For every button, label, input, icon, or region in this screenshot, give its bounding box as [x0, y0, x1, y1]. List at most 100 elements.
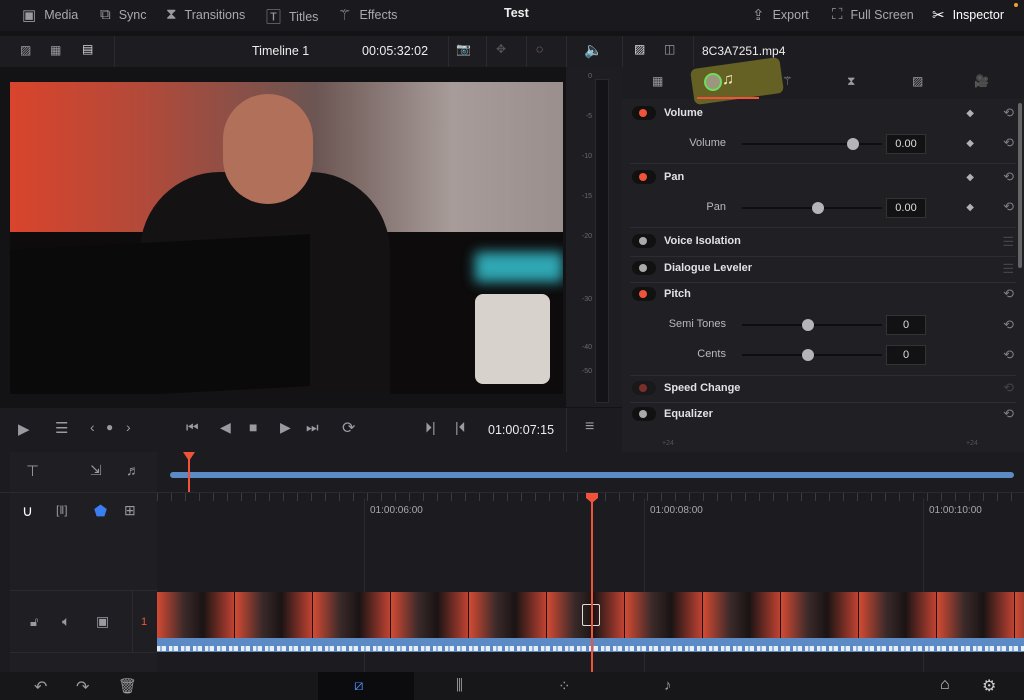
- lock-playhead-icon[interactable]: ⊤: [26, 462, 39, 480]
- image-icon[interactable]: ▨: [634, 42, 645, 56]
- cents-knob[interactable]: [802, 349, 814, 361]
- options-icon[interactable]: ☰: [1002, 261, 1014, 277]
- pan-toggle[interactable]: [632, 170, 656, 184]
- timeline-viewer-icon[interactable]: ▤: [82, 42, 93, 56]
- prev-marker-icon[interactable]: ‹: [90, 419, 95, 435]
- clip-viewer-icon[interactable]: ▦: [50, 43, 61, 57]
- keyframe-icon[interactable]: ◆: [966, 108, 974, 119]
- color-wheel-icon[interactable]: ◌: [536, 42, 543, 56]
- edit-page-icon[interactable]: ⫼: [456, 677, 463, 694]
- track-video-icon[interactable]: ▣: [96, 613, 109, 630]
- keyframe-icon[interactable]: ◆: [966, 172, 974, 183]
- snapping-magnet-icon[interactable]: ∪: [22, 502, 33, 520]
- track-mute-icon[interactable]: 🔈︎: [62, 613, 70, 630]
- inspector-scrollbar[interactable]: [1018, 103, 1022, 268]
- keyframe-icon[interactable]: ◆: [966, 138, 974, 149]
- stop-icon[interactable]: ■: [249, 419, 257, 435]
- settings-sliders-icon[interactable]: ☰: [55, 419, 68, 437]
- tab-image-icon[interactable]: ▨: [912, 74, 923, 88]
- project-title: Test: [504, 6, 529, 20]
- inspector-panel: ▦ ♫ ⚚ ⧗ ▨ 🎥 Volume ◆ ⟲ Volume 0.00 ◆ ⟲ Pan …: [622, 56, 1024, 452]
- clip-thumbnail: [703, 592, 781, 638]
- reverse-icon[interactable]: ◀: [220, 419, 231, 436]
- delete-icon[interactable]: 🗑︎: [118, 677, 137, 695]
- reset-icon[interactable]: ⟲: [1003, 286, 1014, 302]
- reset-icon[interactable]: ⟲: [1003, 347, 1014, 363]
- marker-icon[interactable]: ●: [106, 420, 113, 434]
- mark-in-icon[interactable]: ⏵|: [425, 419, 436, 436]
- fairlight-page-icon[interactable]: ♪: [664, 677, 672, 694]
- voice-isolation-toggle[interactable]: [632, 234, 656, 248]
- snapshot-icon[interactable]: 📷: [456, 42, 471, 56]
- cut-page-tab[interactable]: ⧄: [318, 672, 414, 700]
- speed-change-toggle[interactable]: [632, 381, 656, 395]
- split-view-icon[interactable]: ◫: [664, 42, 675, 56]
- audio-volume-icon[interactable]: 🔈: [584, 41, 603, 59]
- append-video-icon[interactable]: ⇲: [90, 462, 102, 479]
- reset-icon[interactable]: ⟲: [1003, 169, 1014, 185]
- options-icon[interactable]: ☰: [1002, 234, 1014, 250]
- pitch-toggle[interactable]: [632, 287, 656, 301]
- timeline-name[interactable]: Timeline 1: [252, 44, 309, 58]
- equalizer-toggle[interactable]: [632, 407, 656, 421]
- transform-icon[interactable]: ✥: [496, 42, 506, 56]
- clip-thumbnail: [157, 592, 235, 638]
- cents-value[interactable]: 0: [886, 345, 926, 365]
- media-button[interactable]: ▣ Media: [22, 6, 78, 24]
- fullscreen-button[interactable]: ⛶ Full Screen: [832, 6, 914, 23]
- top-menu-bar: ▣ Media ⧉ Sync ⧗ Transitions 🅃 Titles ⚚ Effec…: [0, 0, 1024, 31]
- tab-video-icon[interactable]: ▦: [652, 74, 663, 88]
- effects-button[interactable]: ⚚ Effects: [338, 6, 397, 24]
- tab-audio-icon[interactable]: [704, 73, 722, 91]
- go-to-end-icon[interactable]: ⏭: [306, 419, 319, 436]
- menu-icon[interactable]: ≡: [585, 418, 594, 436]
- reset-icon[interactable]: ⟲: [1003, 317, 1014, 333]
- clip-thumbnail: [781, 592, 859, 638]
- tab-file-icon[interactable]: 🎥: [974, 74, 989, 88]
- pan-slider-knob[interactable]: [812, 202, 824, 214]
- add-track-icon[interactable]: ⊞: [124, 502, 136, 519]
- inspector-button[interactable]: ✂ Inspector: [932, 6, 1004, 24]
- home-icon[interactable]: ⌂: [940, 676, 950, 694]
- color-page-icon[interactable]: ⁘: [558, 677, 571, 695]
- export-button[interactable]: ⇪ Export: [752, 6, 809, 24]
- volume-value[interactable]: 0.00: [886, 134, 926, 154]
- append-audio-icon[interactable]: ♬: [126, 462, 140, 478]
- redo-icon[interactable]: ↷: [76, 677, 89, 697]
- mark-out-icon[interactable]: |⏴: [455, 419, 466, 436]
- track-lock-icon[interactable]: 🔓︎: [30, 614, 38, 630]
- next-marker-icon[interactable]: ›: [126, 419, 131, 435]
- flag-icon[interactable]: ⬟: [94, 502, 107, 520]
- dialogue-leveler-toggle[interactable]: [632, 261, 656, 275]
- reset-icon[interactable]: ⟲: [1003, 105, 1014, 121]
- tools-icon: ✂: [932, 7, 945, 24]
- overview-strip[interactable]: [170, 472, 1014, 478]
- reset-icon[interactable]: ⟲: [1003, 380, 1014, 396]
- audio-waveform-icon[interactable]: [ǁ]: [56, 503, 68, 517]
- reset-icon[interactable]: ⟲: [1003, 135, 1014, 151]
- source-viewer-icon[interactable]: ▨: [20, 43, 31, 57]
- tab-transition-icon[interactable]: ⧗: [847, 74, 855, 89]
- clip-thumbnail: [1015, 592, 1024, 638]
- volume-slider-knob[interactable]: [847, 138, 859, 150]
- semi-tones-knob[interactable]: [802, 319, 814, 331]
- video-preview[interactable]: [10, 82, 563, 394]
- semi-tones-value[interactable]: 0: [886, 315, 926, 335]
- loop-icon[interactable]: ⟳: [342, 418, 355, 438]
- volume-slider[interactable]: [742, 143, 882, 145]
- play-icon[interactable]: ▶: [280, 419, 291, 436]
- sync-button[interactable]: ⧉ Sync: [100, 6, 147, 23]
- transitions-button[interactable]: ⧗ Transitions: [166, 6, 245, 23]
- volume-toggle[interactable]: [632, 106, 656, 120]
- reset-icon[interactable]: ⟲: [1003, 406, 1014, 422]
- play-clip-icon[interactable]: ▶: [18, 420, 30, 438]
- playhead[interactable]: [591, 496, 593, 672]
- titles-button[interactable]: 🅃 Titles: [266, 6, 318, 27]
- pan-value[interactable]: 0.00: [886, 198, 926, 218]
- go-to-start-icon[interactable]: ⏮: [186, 419, 199, 436]
- keyframe-icon[interactable]: ◆: [966, 202, 974, 213]
- settings-gear-icon[interactable]: ⚙: [982, 676, 996, 696]
- undo-icon[interactable]: ↶: [34, 677, 47, 697]
- tab-effects-icon[interactable]: ⚚: [782, 74, 793, 88]
- reset-icon[interactable]: ⟲: [1003, 199, 1014, 215]
